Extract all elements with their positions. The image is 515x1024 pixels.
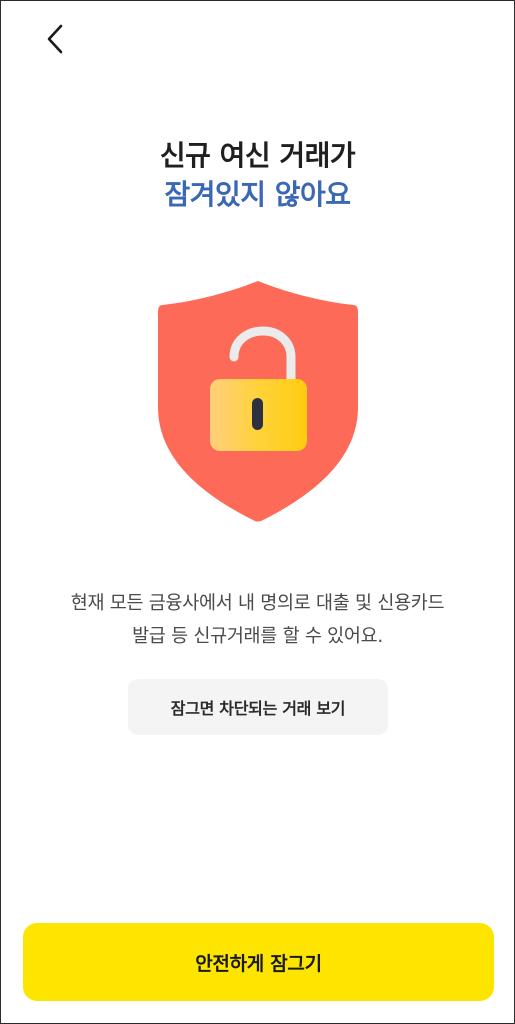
lock-safely-button[interactable]: 안전하게 잠그기 [23,923,494,1001]
description-line-2: 발급 등 신규거래를 할 수 있어요. [132,626,383,647]
app-screen: 신규 여신 거래가 잠겨있지 않아요 현재 모든 금융사에서 내 명의로 대출 … [0,0,515,1024]
unlocked-shield-icon [157,279,359,523]
title-line-1: 신규 여신 거래가 [159,139,356,172]
description-line-1: 현재 모든 금융사에서 내 명의로 대출 및 신용카드 [70,593,445,614]
view-blocked-transactions-button[interactable]: 잠그면 차단되는 거래 보기 [128,679,388,735]
page-title: 신규 여신 거래가 잠겨있지 않아요 [1,137,514,215]
back-button[interactable] [29,15,81,63]
chevron-left-icon [43,23,67,55]
description: 현재 모든 금융사에서 내 명의로 대출 및 신용카드 발급 등 신규거래를 할… [1,587,514,653]
title-line-2: 잠겨있지 않아요 [164,178,351,211]
